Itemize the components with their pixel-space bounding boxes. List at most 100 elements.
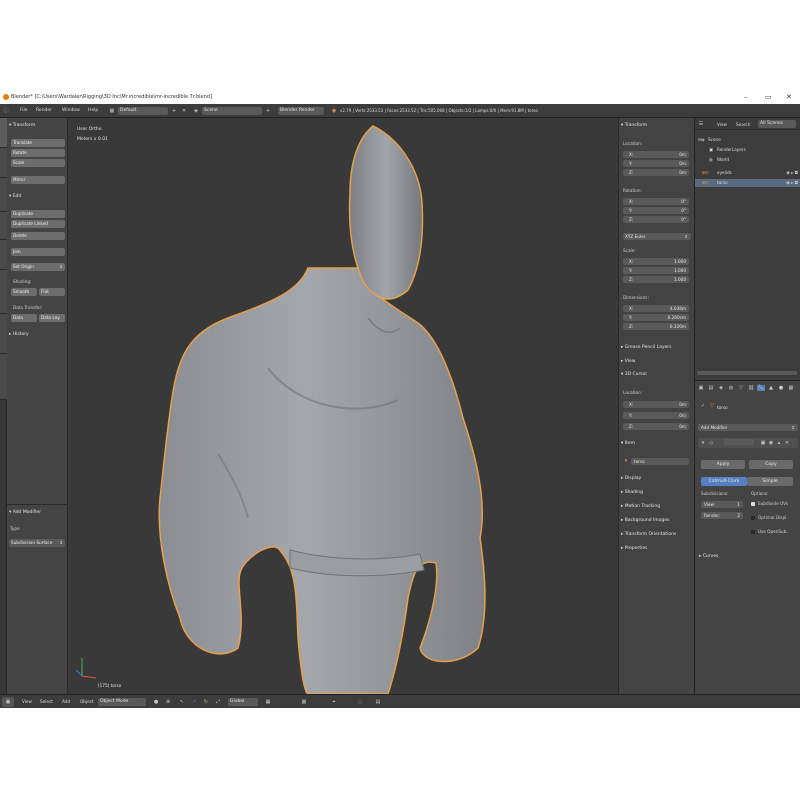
texture-tab-icon[interactable]: ▦ <box>787 385 795 391</box>
menu-window[interactable]: Window <box>62 104 80 118</box>
editor-type-icon[interactable]: ▣ <box>2 697 14 707</box>
move-up-icon[interactable]: ▴ <box>776 440 782 446</box>
menu-add[interactable]: Add <box>62 695 70 709</box>
manipulator-icon[interactable]: ↖ <box>178 695 186 709</box>
optimal-display-checkbox[interactable] <box>751 516 755 520</box>
outliner-row-torso[interactable]: ⊞▽ torso ◉ ▸ ◘ <box>695 179 800 187</box>
scene-tab-icon[interactable]: ◈ <box>717 385 725 391</box>
menu-render[interactable]: Render <box>36 104 52 118</box>
pivot-icon[interactable]: ⊕ <box>164 695 172 709</box>
menu-file[interactable]: File <box>20 104 28 118</box>
apply-button[interactable]: Apply <box>701 460 745 469</box>
constraints-tab-icon[interactable]: ⛓ <box>747 385 755 391</box>
add-scene-icon[interactable]: + <box>264 104 272 118</box>
tab-misc[interactable] <box>0 354 7 400</box>
dimensions-x-field[interactable]: X: 4.038m <box>623 305 689 312</box>
set-origin-select[interactable]: Set Origin ⇕ <box>11 263 65 271</box>
grease-pencil-header[interactable]: ▸ Grease Pencil Layers <box>621 344 671 352</box>
viewport-toggle-icon[interactable]: ◉ <box>768 440 774 446</box>
motion-tracking-header[interactable]: ▸ Motion Tracking <box>621 503 660 511</box>
outliner-row-world[interactable]: ◍ World <box>695 156 800 164</box>
catmull-clark-button[interactable]: Catmull-Clark <box>701 477 747 486</box>
dimensions-y-field[interactable]: Y: 6.260cm <box>623 314 689 321</box>
translate-manipulator-icon[interactable]: ↗ <box>190 695 198 709</box>
outliner-editor-icon[interactable]: ☰ <box>697 121 705 127</box>
n-transform-header[interactable]: ▾ Transform <box>621 122 647 130</box>
cursor-x-field[interactable]: X: 0m <box>623 401 689 408</box>
minimize-button[interactable]: – <box>744 90 748 104</box>
dimensions-z-field[interactable]: Z: 6.320m <box>623 323 689 330</box>
transform-panel-header[interactable]: ▾ Transform <box>9 122 35 130</box>
history-panel-header[interactable]: ▸ History <box>9 331 29 339</box>
data-tab-icon[interactable]: ▲ <box>767 385 775 391</box>
render-toggle-icon[interactable]: ▣ <box>760 440 766 446</box>
layers-grid-icon[interactable]: ▦ <box>300 695 308 709</box>
location-y-field[interactable]: Y: 0m <box>623 160 689 167</box>
modifier-name-field[interactable] <box>724 439 754 445</box>
tab-animation[interactable] <box>0 212 7 240</box>
mirror-button[interactable]: Mirror <box>11 176 65 184</box>
use-opensubdiv-checkbox[interactable] <box>751 530 755 534</box>
view-levels-field[interactable]: View: 1 <box>701 501 743 508</box>
scale-z-field[interactable]: Z: 1.000 <box>623 276 689 283</box>
world-tab-icon[interactable]: ◍ <box>727 385 735 391</box>
tab-tools[interactable] <box>0 118 7 148</box>
curves-panel-header[interactable]: ▸ Curves <box>699 553 718 561</box>
proportional-edit-icon[interactable]: ◌ <box>356 695 364 709</box>
data-layout-button[interactable]: Data Lay. <box>39 314 65 322</box>
tab-grease-pencil[interactable] <box>0 270 7 314</box>
outliner-row-scene[interactable]: ⊟◈ Scene <box>695 136 800 144</box>
add-modifier-panel-header[interactable]: ▾ Add Modifier <box>9 509 41 517</box>
maximize-button[interactable]: ▭ <box>765 90 772 104</box>
outliner-row-renderlayers[interactable]: ▣ RenderLayers <box>695 146 800 154</box>
layers-tab-icon[interactable]: ▤ <box>707 385 715 391</box>
scene-icon[interactable]: ◈ <box>192 104 200 118</box>
simple-button[interactable]: Simple <box>747 477 793 486</box>
orientation-select[interactable]: Global <box>228 698 258 706</box>
delete-button[interactable]: Delete <box>11 232 65 240</box>
remove-layout-icon[interactable]: ✕ <box>180 104 188 118</box>
3d-viewport[interactable]: User Ortho Meters x 0.01 (175) torso <box>68 118 618 694</box>
item-name-field[interactable]: torso <box>631 458 689 465</box>
render-engine-select[interactable]: Blender Render <box>278 107 324 115</box>
scale-button[interactable]: Scale <box>11 159 65 167</box>
remove-modifier-icon[interactable]: ✕ <box>784 440 790 446</box>
cursor-z-field[interactable]: Z: 0m <box>623 423 689 430</box>
tab-physics[interactable] <box>0 240 7 270</box>
data-transfer-button[interactable]: Data <box>11 314 37 322</box>
tab-relations[interactable] <box>0 178 7 212</box>
scale-y-field[interactable]: Y: 1.000 <box>623 267 689 274</box>
menu-select[interactable]: Select <box>40 695 53 709</box>
cursor-panel-header[interactable]: ▾ 3D Cursor <box>621 371 647 379</box>
editor-type-icon[interactable]: ⓘ <box>2 104 10 118</box>
render-levels-field[interactable]: Render: 2 <box>701 512 743 519</box>
smooth-button[interactable]: Smooth <box>11 288 37 296</box>
edit-panel-header[interactable]: ▾ Edit <box>9 193 21 201</box>
location-x-field[interactable]: X: 0m <box>623 151 689 158</box>
mode-select[interactable]: Object Mode <box>98 698 146 706</box>
flat-button[interactable]: Flat <box>39 288 65 296</box>
close-button[interactable]: ✕ <box>786 90 792 104</box>
rotation-y-field[interactable]: Y: 0° <box>623 207 689 214</box>
object-tab-icon[interactable]: ▽ <box>737 385 745 391</box>
snap-icon[interactable]: ⌖ <box>330 695 338 709</box>
visibility-icon[interactable]: ◉ ▸ ◘ <box>786 179 798 187</box>
character-mesh[interactable] <box>68 118 618 694</box>
pin-icon[interactable]: ✓ <box>700 403 706 409</box>
copy-button[interactable]: Copy <box>749 460 793 469</box>
menu-help[interactable]: Help <box>88 104 98 118</box>
outliner-filter-select[interactable]: All Scenes <box>758 120 796 128</box>
material-tab-icon[interactable]: ● <box>777 385 785 391</box>
layout-select[interactable]: Default <box>118 107 168 115</box>
menu-object[interactable]: Object <box>80 695 94 709</box>
duplicate-button[interactable]: Duplicate <box>11 210 65 218</box>
tab-addon[interactable] <box>0 314 7 354</box>
menu-view[interactable]: View <box>22 695 32 709</box>
outliner-search-menu[interactable]: Search <box>736 121 750 128</box>
rotation-x-field[interactable]: X: 0° <box>623 198 689 205</box>
scale-manipulator-icon[interactable]: ⤢ <box>214 695 222 709</box>
rotation-mode-select[interactable]: XYZ Euler ⇕ <box>623 233 691 240</box>
subdivide-uvs-checkbox[interactable] <box>751 502 755 506</box>
properties-panel-header[interactable]: ▸ Properties <box>621 545 647 553</box>
rotation-z-field[interactable]: Z: 0° <box>623 216 689 223</box>
